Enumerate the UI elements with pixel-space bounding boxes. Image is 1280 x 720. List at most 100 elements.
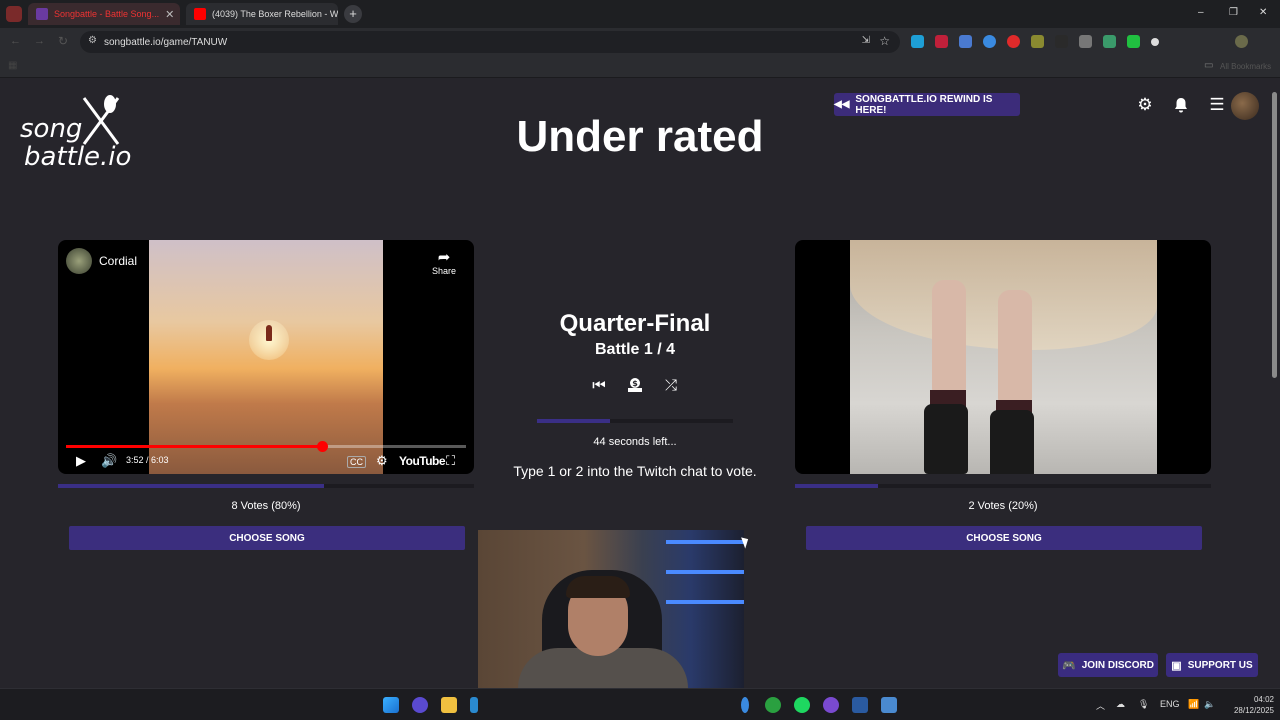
extension-icon[interactable]	[1151, 38, 1159, 46]
extension-icon[interactable]	[1079, 35, 1092, 48]
choose-left-song-button[interactable]: CHOOSE SONG	[69, 526, 465, 550]
extension-icon[interactable]	[1055, 35, 1068, 48]
join-discord-button[interactable]: 🎮 JOIN DISCORD	[1058, 653, 1158, 677]
tab-youtube[interactable]: (4039) The Boxer Rebellion - W ✕	[186, 3, 338, 25]
extension-icon[interactable]	[1007, 35, 1020, 48]
rewind-banner-button[interactable]: ◀◀ SONGBATTLE.IO REWIND IS HERE!	[834, 93, 1020, 116]
chat-app-icon[interactable]	[412, 697, 428, 713]
video-time: 3:52 / 6:03	[126, 455, 169, 465]
back-icon[interactable]: ←	[10, 35, 21, 47]
bell-icon[interactable]	[1170, 94, 1192, 116]
app-icon[interactable]	[741, 697, 749, 713]
shelf-light	[666, 600, 744, 604]
app-icon[interactable]	[823, 697, 839, 713]
right-vote-bar	[795, 484, 1211, 488]
clock-time: 04:02	[1253, 695, 1274, 704]
app-icon[interactable]	[881, 697, 897, 713]
battle-stage-title: Quarter-Final	[559, 310, 711, 337]
channel-name[interactable]: Cordial	[99, 254, 137, 268]
bookmarks-bar: ▦ ▭ All Bookmarks	[0, 56, 1280, 78]
forward-icon[interactable]: →	[34, 35, 45, 47]
tray-overflow-icon[interactable]: ︿	[1096, 699, 1105, 712]
app-icon[interactable]	[470, 697, 478, 713]
rewind-icon: ◀◀	[834, 99, 850, 110]
browser-tab-bar: Songbattle - Battle Song... ✕ (4039) The…	[0, 0, 1280, 28]
timer-bar	[537, 419, 733, 423]
play-icon[interactable]: ▶	[76, 453, 86, 469]
captions-icon[interactable]: CC	[347, 456, 366, 468]
gear-icon[interactable]: ⚙	[376, 453, 388, 469]
previous-icon[interactable]: ⏮	[589, 375, 609, 395]
youtube-logo[interactable]: YouTube	[399, 454, 446, 468]
menu-icon[interactable]: ☰	[1206, 94, 1228, 116]
minimize-button[interactable]: –	[1198, 7, 1204, 18]
microphone-icon[interactable]: 🎙	[1138, 699, 1149, 710]
file-explorer-icon[interactable]	[441, 697, 457, 713]
close-tab-icon[interactable]: ✕	[165, 8, 174, 21]
vscode-icon[interactable]	[852, 697, 868, 713]
page-scrollbar[interactable]	[1272, 92, 1277, 378]
folder-icon: ▭	[1204, 60, 1214, 71]
left-video-player[interactable]: Cordial ➦ Share ▶ 🔊 3:52 / 6:03 CC ⚙ You…	[58, 240, 474, 474]
address-bar[interactable]: ⚙ songbattle.io/game/TANUW ⇲ ☆	[80, 31, 900, 53]
extension-icon[interactable]	[959, 35, 972, 48]
songbattle-favicon-icon	[36, 8, 48, 20]
extension-icon[interactable]	[1031, 35, 1044, 48]
clock-date: 28/12/2025	[1233, 706, 1274, 715]
profile-icon[interactable]	[1235, 35, 1248, 48]
choose-right-song-button[interactable]: CHOOSE SONG	[806, 526, 1202, 550]
webcam-overlay	[478, 530, 744, 690]
video-progress-bar[interactable]	[66, 441, 466, 452]
tab-title: (4039) The Boxer Rebellion - W	[212, 9, 338, 19]
maximize-button[interactable]: ❐	[1229, 7, 1238, 18]
extension-icon[interactable]	[983, 35, 996, 48]
video-thumbnail	[850, 240, 1157, 474]
right-video-player[interactable]	[795, 240, 1211, 474]
rewind-label: SONGBATTLE.IO REWIND IS HERE!	[855, 93, 993, 116]
donate-icon[interactable]: $	[625, 375, 645, 395]
browser-menu-icon[interactable]	[6, 6, 22, 22]
share-button[interactable]: ➦ Share	[432, 248, 456, 276]
vote-instructions: Type 1 or 2 into the Twitch chat to vote…	[513, 463, 757, 479]
video-scrubber-handle[interactable]	[317, 441, 328, 452]
avatar[interactable]	[1231, 92, 1259, 120]
install-icon[interactable]: ⇲	[862, 35, 870, 46]
tab-title: Songbattle - Battle Song...	[54, 9, 160, 19]
channel-avatar[interactable]	[66, 248, 92, 274]
volume-icon[interactable]: 🔊	[101, 453, 117, 469]
site-info-icon[interactable]: ⚙	[88, 35, 97, 46]
extension-icon[interactable]	[935, 35, 948, 48]
url-text: songbattle.io/game/TANUW	[104, 36, 228, 48]
left-vote-fill	[58, 484, 325, 488]
settings-icon[interactable]: ⚙	[1134, 94, 1156, 116]
bookmark-star-icon[interactable]: ☆	[879, 34, 890, 48]
xbox-icon[interactable]	[765, 697, 781, 713]
support-us-button[interactable]: ▣ SUPPORT US	[1166, 653, 1258, 677]
extension-icon[interactable]	[1127, 35, 1140, 48]
video-thumbnail	[149, 240, 383, 474]
all-bookmarks-link[interactable]: All Bookmarks	[1220, 62, 1271, 71]
system-clock[interactable]: 04:02 28/12/2025	[1222, 694, 1274, 716]
windows-start-icon[interactable]	[383, 697, 399, 713]
tab-songbattle[interactable]: Songbattle - Battle Song... ✕	[28, 3, 180, 25]
left-vote-bar	[58, 484, 474, 488]
battle-counter: Battle 1 / 4	[594, 341, 676, 358]
reload-icon[interactable]: ↻	[58, 34, 68, 48]
left-boot	[924, 404, 968, 474]
speaker-icon[interactable]: 🔈	[1204, 699, 1215, 710]
new-tab-button[interactable]: +	[344, 5, 362, 23]
close-window-button[interactable]: ✕	[1259, 7, 1267, 18]
apps-icon[interactable]: ▦	[8, 60, 17, 71]
language-indicator[interactable]: ENG	[1160, 699, 1180, 709]
songbattle-page: song battle.io Under rated ◀◀ SONGBATTLE…	[0, 78, 1280, 690]
extension-icon[interactable]	[911, 35, 924, 48]
svg-text:$: $	[632, 379, 638, 388]
onedrive-icon[interactable]: ☁	[1116, 699, 1125, 710]
figure-silhouette	[266, 325, 272, 341]
wifi-icon[interactable]: 📶	[1188, 699, 1199, 710]
spotify-icon[interactable]	[794, 697, 810, 713]
left-votes-label: 8 Votes (80%)	[231, 500, 301, 512]
shuffle-icon[interactable]: ⤮	[661, 375, 681, 395]
fullscreen-icon[interactable]: ⛶	[446, 453, 455, 469]
extension-icon[interactable]	[1103, 35, 1116, 48]
